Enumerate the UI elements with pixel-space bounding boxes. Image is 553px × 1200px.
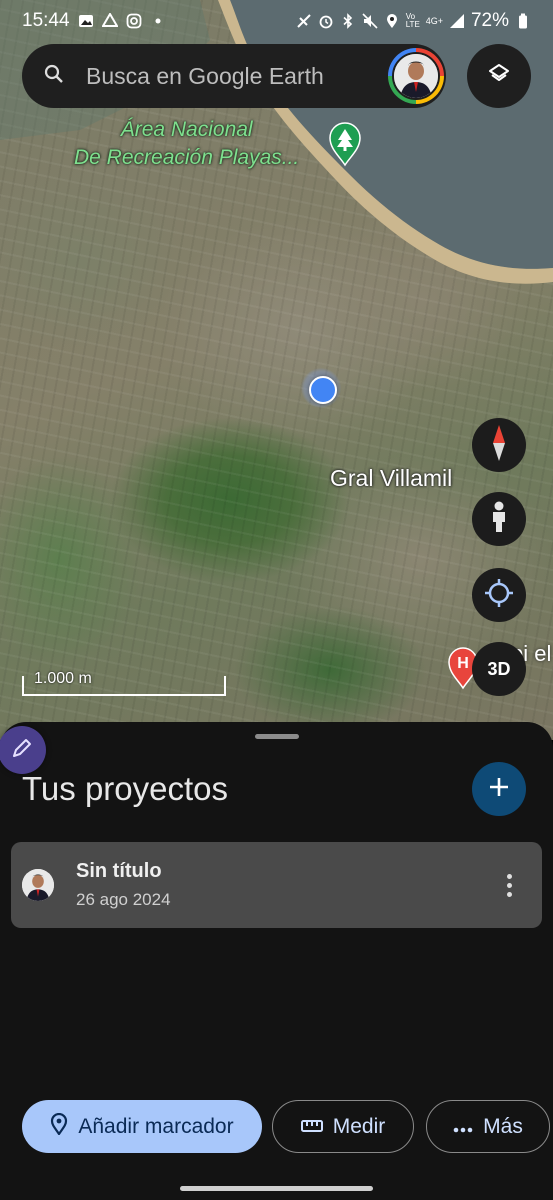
search-icon: [44, 64, 64, 89]
layers-icon: [487, 62, 511, 91]
drive-notification-icon: [101, 13, 118, 29]
pegman-icon: [489, 501, 509, 538]
pencil-icon: [10, 736, 34, 765]
hospital-marker-letter: H: [457, 655, 469, 672]
instagram-notification-icon: [126, 13, 142, 29]
status-bar: 15:44 Vo LTE 4G+ 72%: [0, 0, 553, 42]
layers-button[interactable]: [467, 44, 531, 108]
more-label: Más: [483, 1114, 523, 1138]
more-notifications-dot-icon: [150, 13, 166, 29]
status-time: 15:44: [22, 10, 70, 31]
more-dots-icon: [453, 1115, 473, 1139]
park-label-line1: Área Nacional: [120, 118, 253, 141]
compass-icon: [488, 423, 510, 468]
scale-label: 1.000 m: [34, 670, 92, 687]
plus-icon: [488, 776, 510, 803]
project-overflow-menu-icon[interactable]: [497, 867, 521, 903]
toggle-3d-button[interactable]: 3D: [472, 642, 526, 696]
crosshair-icon: [484, 578, 514, 613]
alarm-icon: [318, 13, 334, 29]
add-marker-button[interactable]: Añadir marcador: [22, 1100, 262, 1153]
volte-indicator: Vo LTE: [405, 12, 420, 29]
measure-button[interactable]: Medir: [272, 1100, 414, 1153]
project-card[interactable]: Sin título 26 ago 2024: [11, 842, 542, 928]
add-project-button[interactable]: [472, 762, 526, 816]
project-avatar: [22, 869, 54, 901]
battery-icon: [515, 13, 531, 29]
home-indicator[interactable]: [180, 1186, 373, 1191]
account-avatar: [392, 52, 440, 100]
project-name: Sin título: [76, 860, 162, 882]
map-scale: 1.000 m: [22, 670, 226, 696]
gallery-notification-icon: [78, 13, 94, 29]
mute-icon: [362, 13, 378, 29]
sea-area: [0, 0, 553, 284]
park-label-line2: De Recreación Playas...: [74, 146, 300, 169]
account-avatar-button[interactable]: [388, 48, 444, 104]
ruler-icon: [300, 1115, 323, 1139]
signal-icon: [449, 13, 465, 29]
projects-title: Tus proyectos: [22, 770, 229, 807]
bluetooth-icon: [340, 13, 356, 29]
battery-percent: 72%: [470, 10, 509, 31]
more-button[interactable]: Más: [426, 1100, 550, 1153]
compass-button[interactable]: [472, 418, 526, 472]
street-view-button[interactable]: [472, 492, 526, 546]
my-location-button[interactable]: [472, 568, 526, 622]
add-marker-label: Añadir marcador: [78, 1114, 234, 1138]
my-location-dot: [301, 368, 341, 408]
edge-lighting-icon: [296, 13, 312, 29]
satellite-map[interactable]: Área Nacional De Recreación Playas... Gr…: [0, 0, 553, 740]
measure-label: Medir: [332, 1114, 386, 1138]
town-label[interactable]: Gral Villamil: [330, 465, 452, 492]
search-input[interactable]: Busca en Google Earth: [86, 63, 324, 90]
pin-icon: [50, 1112, 68, 1141]
sheet-drag-handle[interactable]: [255, 734, 299, 739]
edit-pencil-button[interactable]: [0, 726, 46, 774]
search-bar[interactable]: Busca en Google Earth: [22, 44, 446, 108]
project-date: 26 ago 2024: [76, 890, 171, 909]
park-pin-icon[interactable]: [328, 121, 362, 172]
park-label[interactable]: Área Nacional De Recreación Playas...: [74, 116, 299, 172]
network-indicator: 4G+: [425, 16, 443, 26]
location-status-icon: [384, 13, 400, 29]
